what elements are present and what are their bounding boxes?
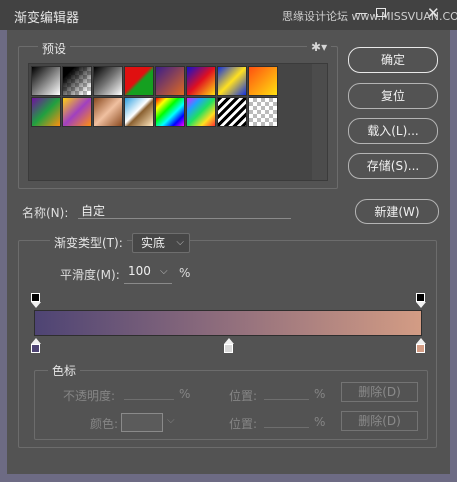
- color-midpoint-stop[interactable]: [224, 344, 233, 353]
- opacity-unit: %: [179, 387, 191, 401]
- preset-swatch-transparent-rainbow[interactable]: [186, 97, 216, 127]
- color-position-unit: %: [314, 415, 326, 429]
- preset-swatch-blue-red-yellow[interactable]: [186, 66, 216, 96]
- delete-opacity-stop-button: 删除(D): [341, 382, 418, 402]
- gradient-type-select[interactable]: 实底 ⌵: [132, 233, 190, 253]
- new-button[interactable]: 新建(W): [355, 199, 439, 224]
- preset-swatch-violet-green-orange[interactable]: [31, 97, 61, 127]
- window-frame-left: [0, 30, 7, 482]
- preset-swatch-orange-yellow[interactable]: [248, 66, 278, 96]
- preset-swatch-grid: [28, 63, 328, 181]
- delete-color-stop-button: 删除(D): [341, 411, 418, 431]
- gear-icon: ✱: [311, 40, 322, 54]
- opacity-stop-right[interactable]: [416, 293, 425, 302]
- preset-swatch-violet-orange[interactable]: [155, 66, 185, 96]
- preset-swatch-black-white-sharp[interactable]: [93, 66, 123, 96]
- window-frame-bottom: [0, 474, 457, 482]
- name-input[interactable]: 自定: [78, 202, 291, 219]
- maximize-icon[interactable]: [376, 8, 386, 17]
- preset-swatch-copper[interactable]: [93, 97, 123, 127]
- window-title: 渐变编辑器: [14, 11, 80, 26]
- minimize-icon[interactable]: —: [355, 6, 368, 21]
- color-stop-left[interactable]: [31, 344, 40, 353]
- color-label: 颜色:: [90, 417, 119, 431]
- opacity-input: [124, 384, 174, 400]
- preset-swatch-black-white[interactable]: [31, 66, 61, 96]
- load-button[interactable]: 载入(L)...: [348, 118, 438, 144]
- preset-swatch-stripes[interactable]: [217, 97, 247, 127]
- reset-button[interactable]: 复位: [348, 83, 438, 109]
- ok-button[interactable]: 确定: [348, 47, 438, 73]
- preset-swatch-blue-yellow-blue[interactable]: [217, 66, 247, 96]
- gradient-preview-bar[interactable]: [34, 310, 422, 336]
- preset-scrollbar[interactable]: [312, 64, 327, 180]
- smoothness-unit: %: [179, 266, 191, 280]
- preset-swatch-chrome[interactable]: [124, 97, 154, 127]
- smoothness-label: 平滑度(M):: [60, 268, 120, 282]
- color-position-label: 位置:: [229, 417, 258, 431]
- preset-swatch-transparent-checker[interactable]: [248, 97, 278, 127]
- stop-color-swatch: [121, 413, 163, 432]
- opacity-stop-right-pointer: [415, 302, 426, 308]
- opacity-stop-left-pointer: [30, 302, 41, 308]
- preset-swatch-black-transparent[interactable]: [62, 66, 92, 96]
- window-frame-right: [450, 30, 457, 482]
- opacity-stop-left[interactable]: [31, 293, 40, 302]
- preset-swatch-spectrum[interactable]: [155, 97, 185, 127]
- chevron-down-icon[interactable]: ⌵: [160, 266, 168, 277]
- color-stops-legend: 色标: [48, 362, 81, 379]
- color-position-input: [264, 412, 309, 428]
- opacity-position-unit: %: [314, 387, 326, 401]
- opacity-position-input: [264, 384, 309, 400]
- chevron-down-icon: ⌵: [167, 415, 175, 426]
- preset-swatch-red-green[interactable]: [124, 66, 154, 96]
- gradient-type-value: 实底: [141, 236, 166, 250]
- chevron-down-icon: ⌵: [176, 237, 184, 248]
- color-stop-right[interactable]: [416, 344, 425, 353]
- close-icon[interactable]: ✕: [427, 4, 440, 22]
- opacity-position-label: 位置:: [229, 389, 258, 403]
- gradient-type-label: 渐变类型(T):: [50, 234, 127, 251]
- opacity-label: 不透明度:: [63, 389, 116, 403]
- preset-swatch-yellow-violet-orange[interactable]: [62, 97, 92, 127]
- presets-legend: 预设: [38, 40, 71, 57]
- save-button[interactable]: 存储(S)...: [348, 153, 438, 179]
- name-label: 名称(N):: [22, 206, 69, 220]
- chevron-down-icon: ▾: [321, 40, 328, 54]
- presets-gear-icon[interactable]: ✱▾: [307, 40, 332, 54]
